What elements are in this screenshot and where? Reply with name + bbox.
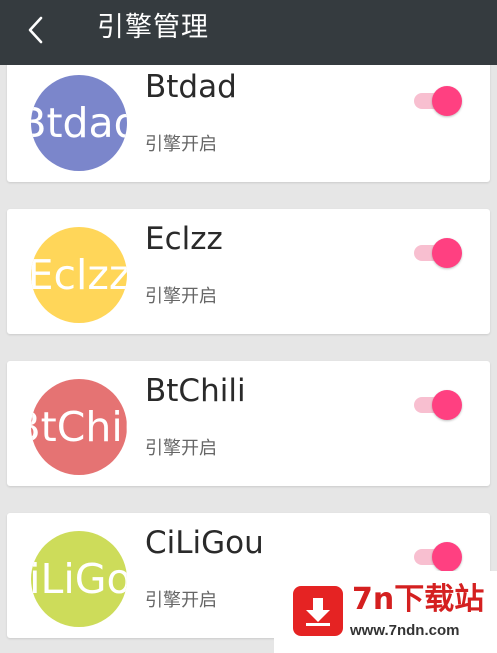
top-app-bar: 引擎管理 xyxy=(0,0,497,65)
engine-list: Btdad Btdad 引擎开启 Eclzz Eclzz 引擎开启 BtChil… xyxy=(0,65,497,653)
avatar-text: BtChili xyxy=(31,402,127,451)
engine-card-btchili[interactable]: BtChili BtChili 引擎开启 xyxy=(7,361,490,486)
engine-card-eclzz[interactable]: Eclzz Eclzz 引擎开启 xyxy=(7,209,490,334)
engine-avatar: CiLiGou xyxy=(31,531,127,627)
engine-status: 引擎开启 xyxy=(145,438,217,459)
download-arrow-icon xyxy=(293,586,343,636)
engine-name: CiLiGou xyxy=(145,525,264,561)
engine-toggle[interactable] xyxy=(414,389,462,420)
site-watermark: 7n下载站 www.7ndn.com xyxy=(274,571,497,653)
engine-avatar: Eclzz xyxy=(31,227,127,323)
engine-status: 引擎开启 xyxy=(145,134,217,155)
avatar-text: Btdad xyxy=(31,98,127,147)
engine-name: Eclzz xyxy=(145,221,223,257)
engine-avatar: Btdad xyxy=(31,75,127,171)
toggle-thumb xyxy=(432,86,462,116)
toggle-thumb xyxy=(432,542,462,572)
engine-status: 引擎开启 xyxy=(145,590,217,611)
engine-status: 引擎开启 xyxy=(145,286,217,307)
engine-name: BtChili xyxy=(145,373,246,409)
page-title: 引擎管理 xyxy=(97,12,209,43)
engine-toggle[interactable] xyxy=(414,541,462,572)
toggle-thumb xyxy=(432,390,462,420)
avatar-text: CiLiGou xyxy=(31,554,127,603)
back-button[interactable] xyxy=(20,10,50,50)
engine-toggle[interactable] xyxy=(414,85,462,116)
engine-toggle[interactable] xyxy=(414,237,462,268)
engine-name: Btdad xyxy=(145,69,237,105)
engine-avatar: BtChili xyxy=(31,379,127,475)
watermark-url: www.7ndn.com xyxy=(350,622,460,639)
watermark-title: 7n下载站 xyxy=(352,582,485,617)
engine-card-btdad[interactable]: Btdad Btdad 引擎开启 xyxy=(7,65,490,182)
avatar-text: Eclzz xyxy=(31,250,127,299)
toggle-thumb xyxy=(432,238,462,268)
chevron-left-icon xyxy=(28,16,43,44)
